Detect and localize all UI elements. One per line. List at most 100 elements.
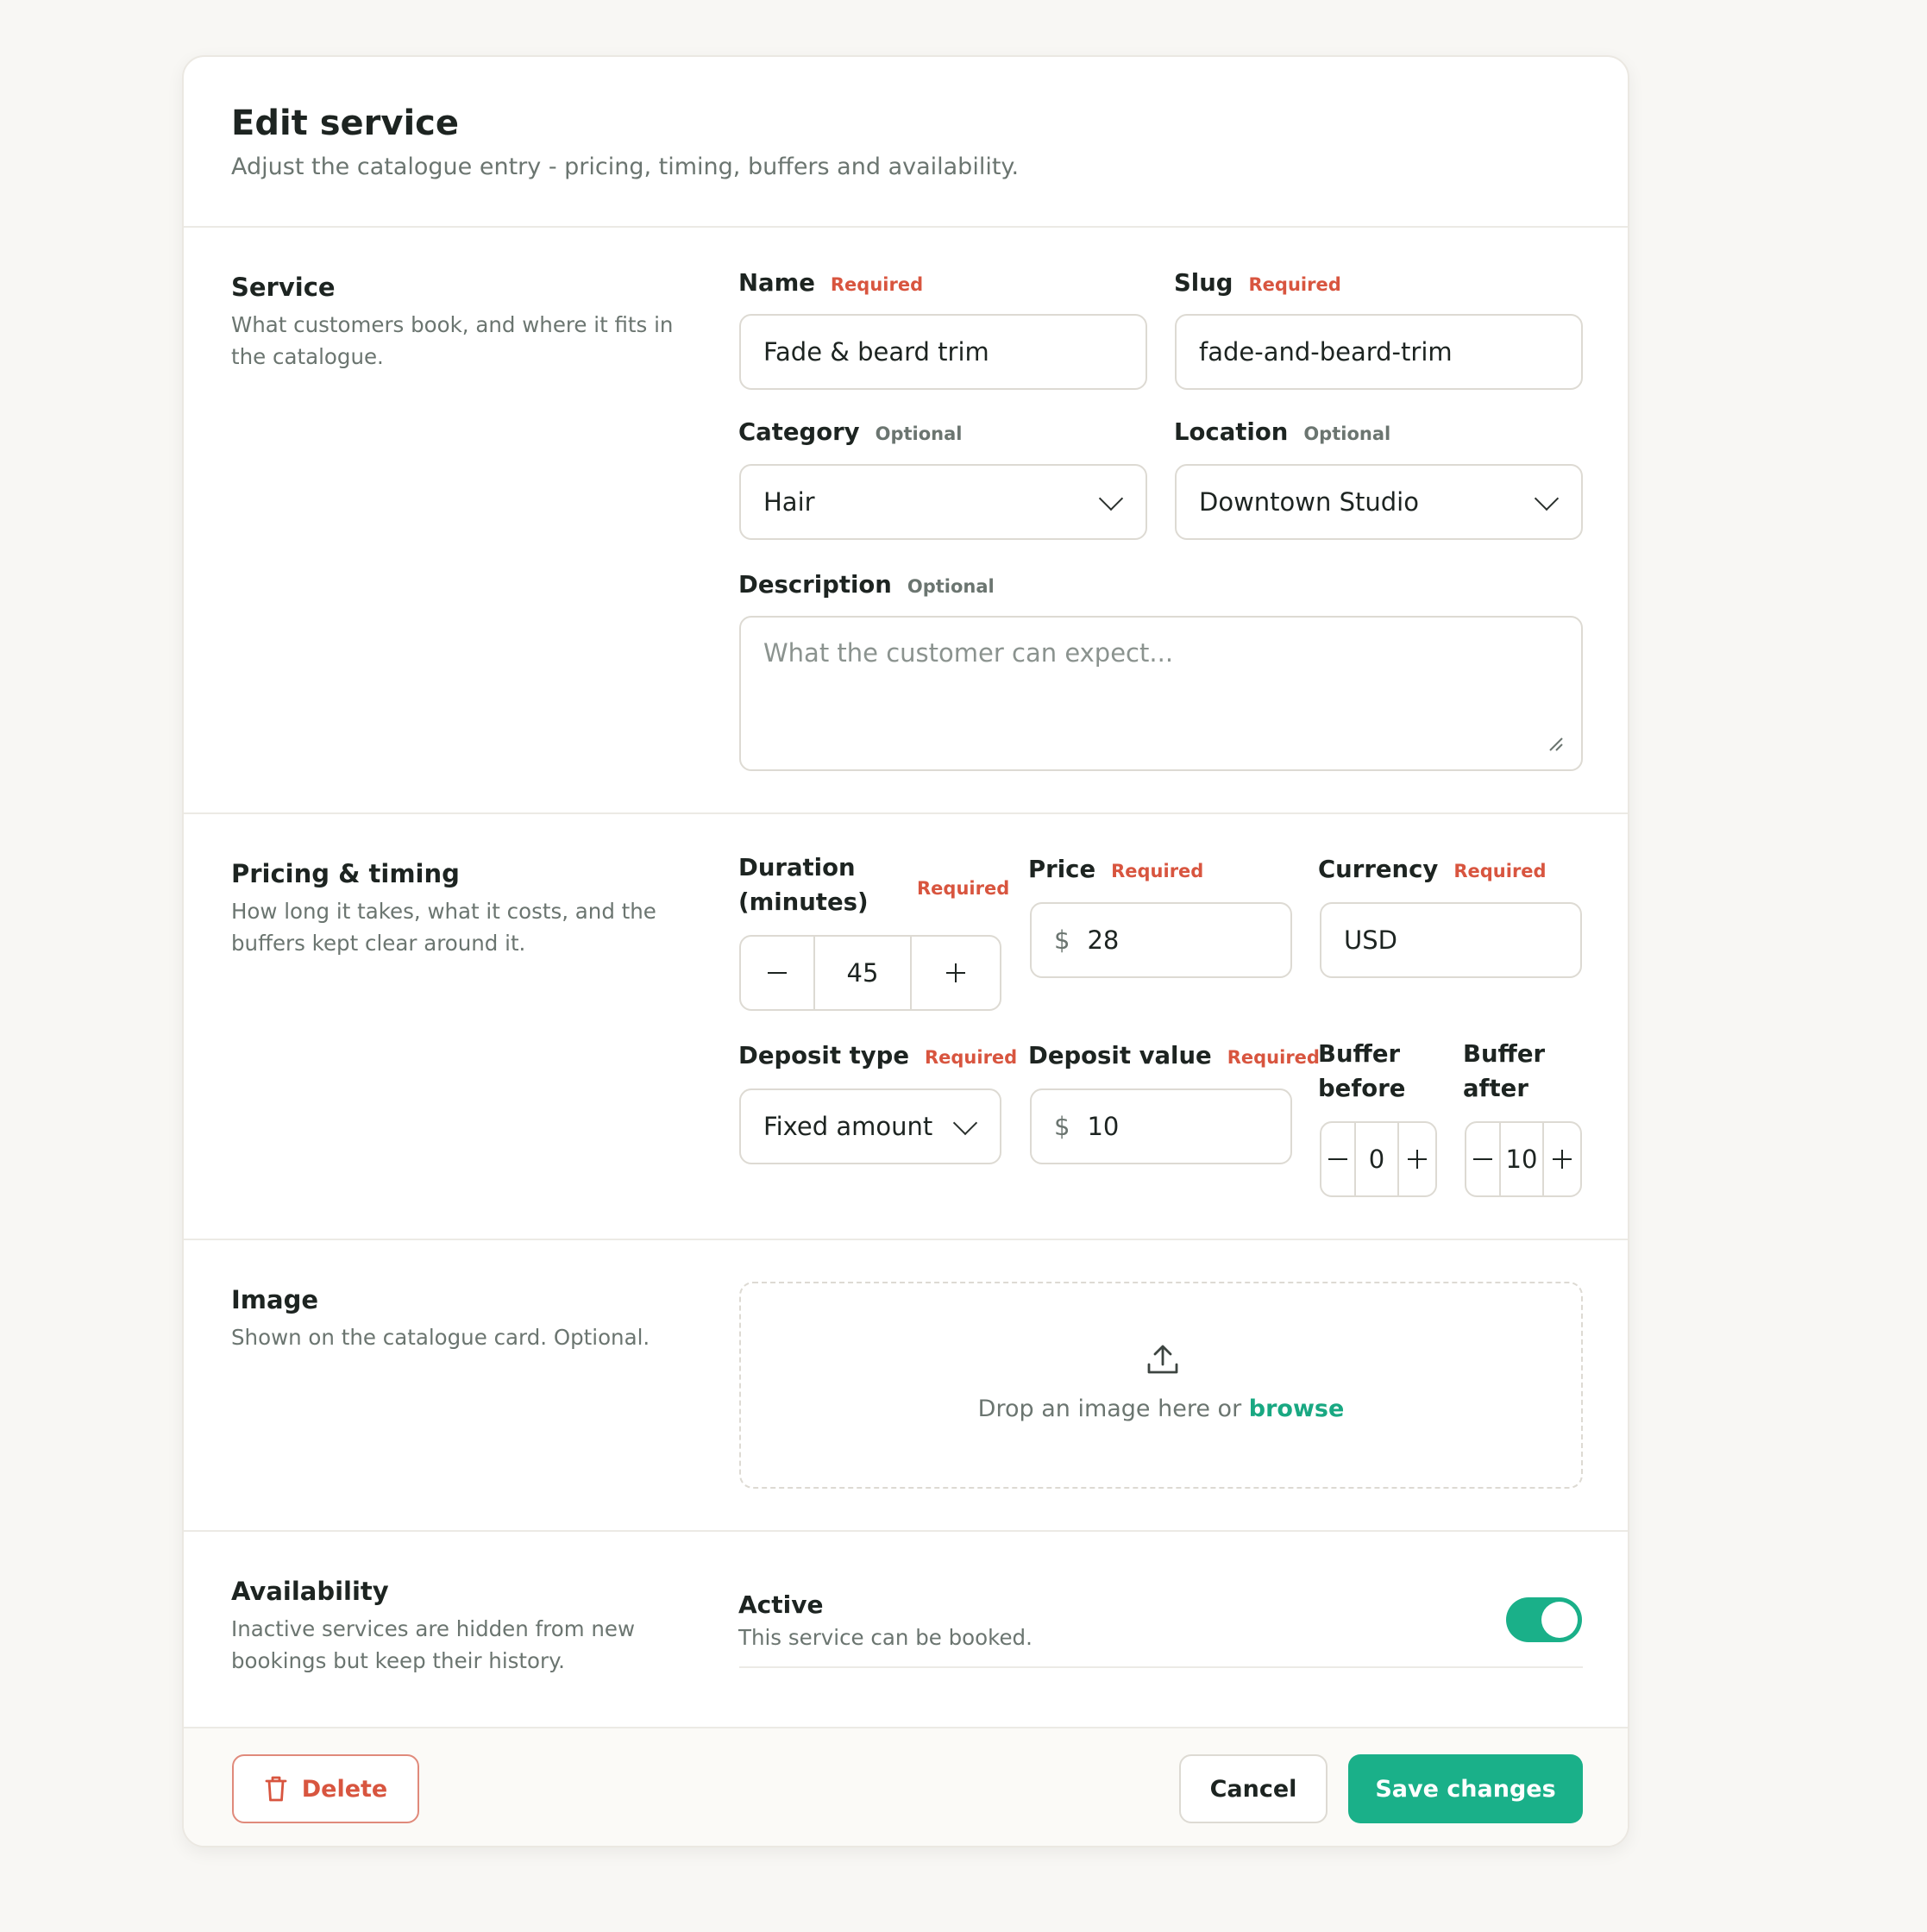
cancel-label: Cancel xyxy=(1209,1775,1297,1803)
dollar-prefix: $ xyxy=(1054,925,1070,955)
divider xyxy=(184,226,1628,228)
section-title-availability: Availability xyxy=(231,1577,389,1606)
delete-label: Delete xyxy=(301,1775,388,1803)
slug-label: Slug xyxy=(1174,269,1233,297)
delete-button[interactable]: Delete xyxy=(232,1754,419,1823)
active-label: Active xyxy=(738,1590,824,1619)
divider xyxy=(184,1239,1628,1240)
currency-input[interactable]: USD xyxy=(1320,902,1582,978)
buffer-after-stepper[interactable]: 10 xyxy=(1465,1121,1582,1197)
name-value: Fade & beard trim xyxy=(763,337,989,367)
deposit-type-select[interactable]: Fixed amount xyxy=(739,1088,1001,1164)
currency-label: Currency xyxy=(1318,856,1439,883)
category-label: Category xyxy=(738,418,860,446)
location-value: Downtown Studio xyxy=(1199,487,1419,517)
required-tag: Required xyxy=(917,878,1010,899)
description-textarea[interactable]: What the customer can expect... xyxy=(739,616,1583,771)
duration-stepper[interactable]: 45 xyxy=(739,935,1001,1011)
divider xyxy=(184,812,1628,814)
save-changes-button[interactable]: Save changes xyxy=(1348,1754,1583,1823)
increment-button[interactable] xyxy=(1544,1123,1580,1195)
decrement-button[interactable] xyxy=(1466,1123,1499,1195)
deposit-type-label-row: Deposit type Required xyxy=(738,1042,1017,1070)
deposit-value: 10 xyxy=(1087,1112,1120,1141)
image-dropzone[interactable]: Drop an image here or browse xyxy=(739,1282,1583,1489)
deposit-value-input[interactable]: $ 10 xyxy=(1030,1088,1292,1164)
buffer-before-value[interactable]: 0 xyxy=(1354,1123,1399,1195)
trash-icon xyxy=(265,1776,287,1802)
buffer-after-label: Buffer after xyxy=(1463,1040,1546,1102)
decrement-button[interactable] xyxy=(1321,1123,1354,1195)
category-value: Hair xyxy=(763,487,815,517)
category-label-row: Category Optional xyxy=(738,418,962,446)
upload-icon xyxy=(1147,1345,1178,1374)
divider xyxy=(739,1666,1583,1668)
increment-button[interactable] xyxy=(1399,1123,1435,1195)
dollar-prefix: $ xyxy=(1054,1112,1070,1141)
minus-icon xyxy=(768,971,787,975)
resize-handle-icon[interactable] xyxy=(1548,737,1564,752)
required-tag: Required xyxy=(1111,861,1204,881)
description-placeholder: What the customer can expect... xyxy=(763,638,1174,668)
decrement-button[interactable] xyxy=(741,937,813,1009)
deposit-value-label: Deposit value xyxy=(1028,1042,1212,1070)
section-title-image: Image xyxy=(231,1285,319,1314)
plus-icon xyxy=(1553,1150,1572,1169)
price-label-row: Price Required xyxy=(1028,856,1203,883)
description-label: Description xyxy=(738,571,892,599)
buffer-before-stepper[interactable]: 0 xyxy=(1320,1121,1437,1197)
cancel-button[interactable]: Cancel xyxy=(1179,1754,1328,1823)
optional-tag: Optional xyxy=(875,423,963,444)
plus-icon xyxy=(1408,1150,1427,1169)
price-label: Price xyxy=(1028,856,1096,883)
description-label-row: Description Optional xyxy=(738,571,995,599)
name-label: Name xyxy=(738,269,815,297)
active-desc: This service can be booked. xyxy=(738,1625,1033,1650)
save-label: Save changes xyxy=(1375,1775,1556,1803)
section-desc-service: What customers book, and where it fits i… xyxy=(231,312,674,369)
minus-icon xyxy=(1473,1157,1492,1161)
slug-value: fade-and-beard-trim xyxy=(1199,337,1453,367)
required-tag: Required xyxy=(924,1047,1018,1068)
dialog-title: Edit service xyxy=(231,104,460,143)
duration-label: Duration (minutes) xyxy=(738,854,869,916)
name-input[interactable]: Fade & beard trim xyxy=(739,314,1147,390)
slug-input[interactable]: fade-and-beard-trim xyxy=(1175,314,1583,390)
deposit-value-label-row: Deposit value Required xyxy=(1028,1042,1320,1070)
browse-link[interactable]: browse xyxy=(1249,1396,1345,1422)
duration-value[interactable]: 45 xyxy=(813,937,912,1009)
section-desc-image: Shown on the catalogue card. Optional. xyxy=(231,1325,650,1350)
deposit-type-value: Fixed amount xyxy=(763,1112,933,1141)
toggle-knob xyxy=(1541,1602,1578,1638)
optional-tag: Optional xyxy=(907,576,995,597)
slug-label-row: Slug Required xyxy=(1174,269,1341,297)
divider xyxy=(184,1530,1628,1532)
chevron-down-icon xyxy=(952,1110,978,1136)
increment-button[interactable] xyxy=(912,937,1000,1009)
chevron-down-icon xyxy=(1534,486,1560,511)
section-desc-availability: Inactive services are hidden from new bo… xyxy=(231,1616,636,1673)
currency-value: USD xyxy=(1344,925,1397,955)
required-tag: Required xyxy=(830,274,924,295)
required-tag: Required xyxy=(1248,274,1341,295)
minus-icon xyxy=(1328,1157,1347,1161)
location-label: Location xyxy=(1174,418,1289,446)
section-title-service: Service xyxy=(231,273,336,302)
required-tag: Required xyxy=(1453,861,1547,881)
dropzone-text: Drop an image here or browse xyxy=(741,1396,1581,1422)
chevron-down-icon xyxy=(1098,486,1124,511)
edit-service-dialog: Edit service Adjust the catalogue entry … xyxy=(182,55,1629,1847)
buffer-after-value[interactable]: 10 xyxy=(1499,1123,1544,1195)
currency-label-row: Currency Required xyxy=(1318,856,1547,883)
buffer-before-label: Buffer before xyxy=(1318,1040,1406,1102)
location-select[interactable]: Downtown Studio xyxy=(1175,464,1583,540)
active-toggle[interactable] xyxy=(1506,1597,1582,1642)
section-desc-pricing: How long it takes, what it costs, and th… xyxy=(231,899,656,956)
section-title-pricing: Pricing & timing xyxy=(231,859,460,888)
price-input[interactable]: $ 28 xyxy=(1030,902,1292,978)
category-select[interactable]: Hair xyxy=(739,464,1147,540)
optional-tag: Optional xyxy=(1303,423,1391,444)
drop-instructions: Drop an image here or xyxy=(977,1396,1242,1422)
required-tag: Required xyxy=(1227,1047,1320,1068)
dialog-subtitle: Adjust the catalogue entry - pricing, ti… xyxy=(231,154,1020,180)
